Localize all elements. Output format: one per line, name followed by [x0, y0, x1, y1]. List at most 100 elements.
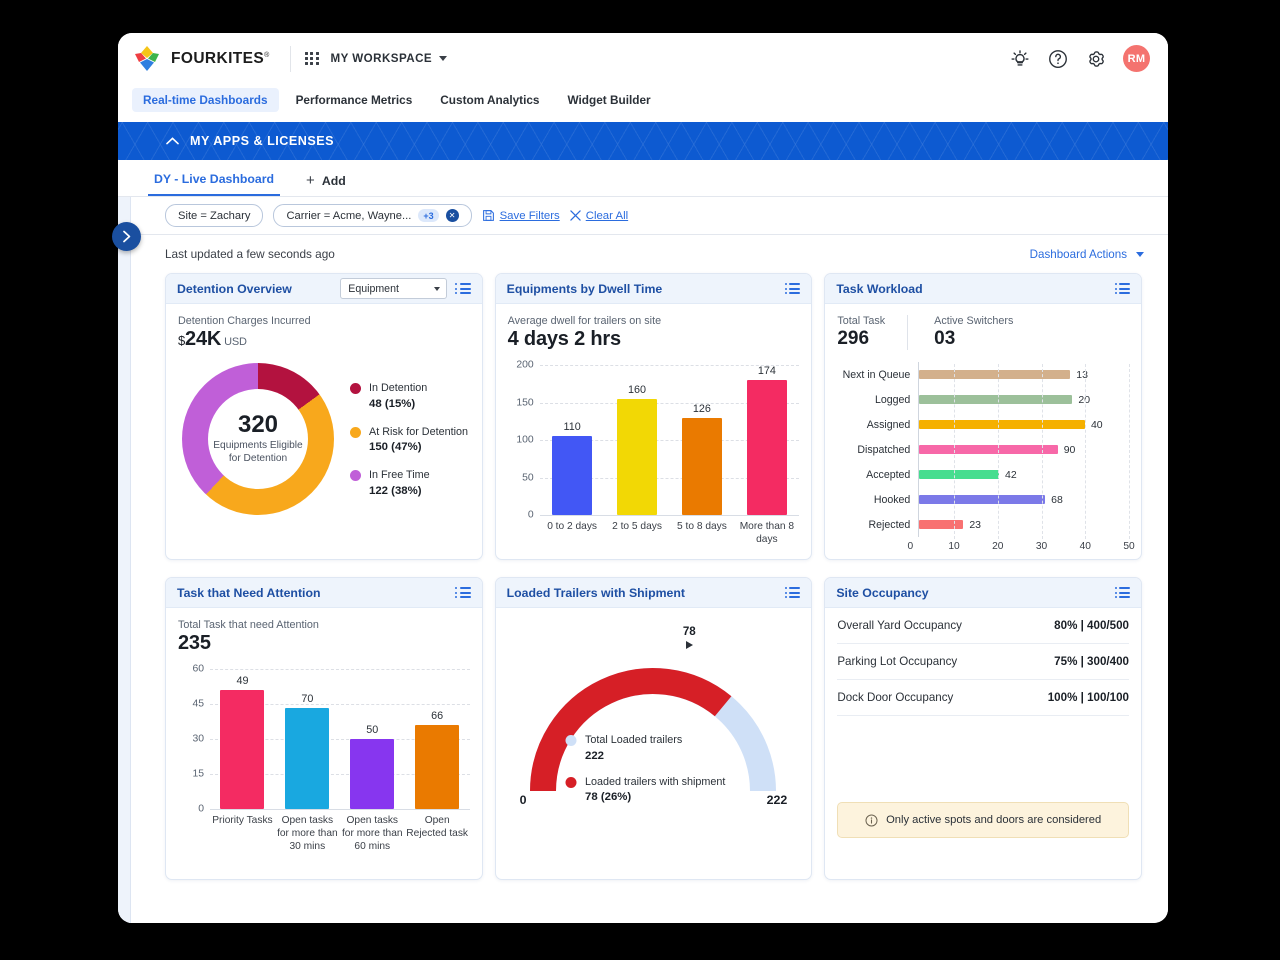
avatar[interactable]: RM	[1123, 45, 1150, 72]
main-nav-tabs: Real-time Dashboards Performance Metrics…	[118, 84, 1168, 122]
widget-menu-icon[interactable]	[784, 283, 801, 294]
bar	[746, 380, 787, 515]
bar-column[interactable]: 50	[350, 669, 395, 809]
axis-tick: 0	[198, 803, 204, 815]
widget-site-occupancy: Site Occupancy Overall Yard Occupancy 80…	[824, 577, 1142, 880]
legend-color-dot	[350, 383, 361, 395]
axis-tick: 0	[527, 509, 534, 521]
fourkites-logo-icon	[132, 44, 162, 73]
attention-value: 235	[178, 632, 211, 654]
widget-task-need-attention: Task that Need Attention Total Task that…	[165, 577, 483, 880]
axis-tick: 20	[992, 541, 1004, 552]
bar-column[interactable]: 160	[617, 365, 658, 515]
axis-label: Priority Tasks	[212, 815, 273, 826]
axis-label: 5 to 8 days	[677, 521, 727, 532]
legend-color-dot	[565, 776, 577, 788]
widget-body: Total Task that need Attention 235 0 15 30…	[166, 608, 482, 879]
widget-header: Detention Overview Equipment	[166, 274, 482, 304]
occupancy-value: 100% | 100/100	[1047, 691, 1129, 704]
bar-column[interactable]: 49	[220, 669, 265, 809]
bar	[681, 417, 722, 515]
legend-value: 222	[584, 749, 604, 762]
equipment-select[interactable]: Equipment	[340, 278, 448, 299]
legend-color-dot	[350, 426, 361, 438]
plus-icon: +	[306, 172, 315, 189]
filter-bar: Site = Zachary Carrier = Acme, Wayne... …	[131, 197, 1168, 235]
workspace-selector[interactable]: MY WORKSPACE	[331, 52, 448, 65]
dwell-bar-chart: 0 50 100 150 200 110 160 126 174 0 to 2 days…	[508, 360, 800, 545]
legend-item: In Detention 48 (15%)	[350, 381, 468, 410]
tab-real-time-dashboards[interactable]: Real-time Dashboards	[132, 88, 279, 112]
bar-column[interactable]: 110	[552, 365, 593, 515]
sidebar-expand-button[interactable]	[112, 222, 141, 251]
bar-value-label: 160	[628, 383, 647, 396]
gear-icon[interactable]	[1085, 48, 1107, 70]
widget-header: Task Workload	[825, 274, 1141, 304]
widget-menu-icon[interactable]	[455, 283, 471, 294]
legend-label: In Detention	[369, 382, 428, 395]
bar-column[interactable]: 66	[415, 669, 460, 809]
tab-custom-analytics[interactable]: Custom Analytics	[429, 88, 550, 112]
bar	[552, 435, 593, 515]
bar-category-label: Rejected	[868, 518, 911, 531]
widget-menu-icon[interactable]	[1114, 587, 1130, 598]
detention-donut-chart: 320 Equipments Eligible for Detention In…	[178, 363, 470, 515]
clear-all-button[interactable]: Clear All	[569, 210, 628, 222]
legend-color-dot	[350, 470, 361, 482]
axis-label: 2 to 5 days	[612, 521, 662, 532]
widget-loaded-trailers: Loaded Trailers with Shipment 78 0 222 T…	[494, 577, 813, 880]
fourkites-logo[interactable]: FOURKITES®	[132, 44, 286, 73]
filter-chip-carrier[interactable]: Carrier = Acme, Wayne... +3 ✕	[273, 204, 472, 227]
widget-title: Detention Overview	[177, 281, 292, 296]
help-icon[interactable]	[1047, 48, 1069, 70]
bar-track: 20	[918, 387, 1129, 412]
axis-tick: 15	[192, 768, 204, 780]
widget-menu-icon[interactable]	[455, 587, 471, 598]
save-filters-button[interactable]: Save Filters	[482, 209, 560, 222]
chevron-up-icon	[166, 137, 179, 145]
kpi-label: Total Task	[837, 315, 886, 327]
kpi-label: Active Switchers	[934, 315, 1014, 327]
axis-tick: 10	[948, 541, 960, 552]
occupancy-row: Parking Lot Occupancy 75% | 300/400	[837, 644, 1129, 680]
dashboard-tabs: DY - Live Dashboard + Add	[118, 160, 1168, 197]
filter-chip-site[interactable]: Site = Zachary	[165, 204, 264, 227]
axis-label: Open tasks for more than 30 mins	[277, 815, 338, 852]
filter-chip-count-badge: +3	[418, 209, 439, 222]
axis-tick: 45	[192, 698, 204, 710]
donut-center-number: 320	[237, 410, 279, 438]
dashboard-actions-button[interactable]: Dashboard Actions	[1030, 248, 1144, 261]
occupancy-rows: Overall Yard Occupancy 80% | 400/500 Park…	[837, 608, 1129, 716]
close-icon[interactable]: ✕	[445, 209, 459, 222]
loaded-gauge-chart: 78 0 222 Total Loaded trailers 222 Loade…	[508, 625, 800, 815]
status-row: Last updated a few seconds ago Dashboard…	[131, 235, 1168, 273]
bar-track: 42	[918, 462, 1129, 487]
bar-track: 13	[918, 362, 1129, 387]
widget-body: 78 0 222 Total Loaded trailers 222 Loade…	[496, 608, 812, 879]
axis-tick: 50	[522, 472, 534, 483]
bar-track: 40	[918, 412, 1129, 437]
plot-area: 49 70 50 66	[210, 669, 470, 810]
widget-menu-icon[interactable]	[784, 587, 801, 598]
bar-column[interactable]: 70	[285, 669, 330, 809]
top-bar-actions: RM	[1009, 45, 1150, 72]
app-window: FOURKITES® MY WORKSPACE RM Real-time Das…	[118, 33, 1168, 923]
y-axis-ticks: 0 15 30 45 60	[178, 664, 208, 815]
bar-value-label: 90	[1063, 443, 1076, 456]
add-dashboard-button[interactable]: + Add	[280, 173, 352, 196]
widget-menu-icon[interactable]	[1114, 283, 1130, 294]
occupancy-value: 80% | 400/500	[1054, 619, 1129, 632]
widget-title: Equipments by Dwell Time	[506, 281, 663, 296]
widget-grid-row-1: Detention Overview Equipment Detention C…	[131, 273, 1168, 560]
lightbulb-icon[interactable]	[1009, 48, 1031, 70]
tab-performance-metrics[interactable]: Performance Metrics	[285, 88, 424, 112]
legend-label: Total Loaded trailers	[584, 734, 683, 746]
gauge-marker-value: 78	[682, 625, 696, 638]
bar-column[interactable]: 174	[746, 365, 787, 515]
tab-widget-builder[interactable]: Widget Builder	[556, 88, 661, 112]
page-body: Site = Zachary Carrier = Acme, Wayne... …	[118, 197, 1168, 923]
my-apps-licenses-banner[interactable]: MY APPS & LICENSES	[118, 122, 1168, 160]
tab-dy-live-dashboard[interactable]: DY - Live Dashboard	[148, 172, 281, 196]
bar-column[interactable]: 126	[681, 365, 722, 515]
apps-grid-icon[interactable]	[304, 51, 319, 66]
